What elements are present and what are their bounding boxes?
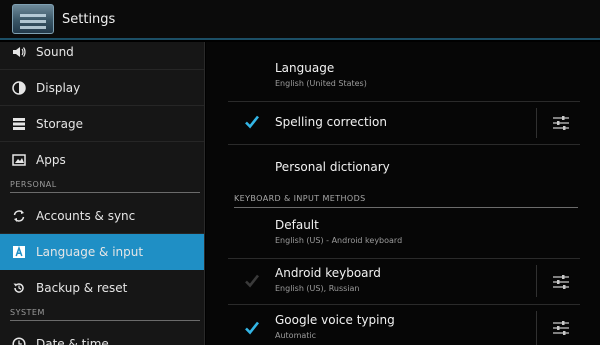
page-title: Settings	[62, 11, 116, 27]
sidebar-item-display[interactable]: Display	[0, 70, 204, 106]
sync-icon	[12, 209, 26, 223]
section-header-system: SYSTEM	[10, 307, 200, 321]
google-voice-typing-setting[interactable]: Google voice typing Automatic	[206, 305, 600, 345]
settings-sliders-icon[interactable]	[552, 274, 570, 290]
personal-dictionary-setting[interactable]: Personal dictionary	[206, 145, 600, 189]
brightness-icon	[12, 80, 26, 95]
sidebar-item-apps[interactable]: Apps	[0, 142, 204, 178]
language-setting[interactable]: Language English (United States)	[206, 56, 600, 100]
settings-app-icon[interactable]	[12, 4, 54, 34]
sidebar-item-label: Apps	[36, 153, 66, 167]
sidebar-item-label: Sound	[36, 44, 74, 59]
sidebar-item-date-time[interactable]: Date & time	[0, 326, 204, 345]
language-icon	[12, 245, 26, 259]
speaker-icon	[12, 45, 26, 59]
storage-icon	[12, 117, 26, 131]
sidebar-item-backup-reset[interactable]: Backup & reset	[0, 270, 204, 306]
separator	[536, 108, 537, 138]
sidebar-item-label: Storage	[36, 116, 83, 131]
google-voice-checkbox[interactable]	[244, 320, 260, 336]
sidebar-item-label: Backup & reset	[36, 281, 128, 295]
action-bar: Settings	[0, 0, 600, 40]
sidebar-item-label: Language & input	[36, 244, 144, 259]
sidebar: Sound Display Storage Apps PERSONAL Acco…	[0, 42, 205, 345]
setting-subtitle: English (US) - Android keyboard	[275, 236, 403, 245]
setting-title: Spelling correction	[275, 115, 387, 129]
setting-title: Default	[275, 218, 319, 232]
sidebar-item-accounts-sync[interactable]: Accounts & sync	[0, 198, 204, 234]
setting-title: Google voice typing	[275, 313, 395, 327]
setting-subtitle: English (United States)	[275, 79, 367, 88]
settings-sliders-icon[interactable]	[552, 115, 570, 131]
backup-icon	[12, 281, 26, 295]
keyboard-methods-header: KEYBOARD & INPUT METHODS	[234, 194, 578, 208]
section-header-personal: PERSONAL	[10, 179, 200, 193]
setting-title: Android keyboard	[275, 266, 381, 280]
sidebar-item-language-input[interactable]: Language & input	[0, 234, 204, 270]
setting-subtitle: English (US), Russian	[275, 284, 360, 293]
sidebar-item-label: Date & time	[36, 337, 109, 345]
setting-subtitle: Automatic	[275, 331, 317, 340]
clock-icon	[12, 337, 26, 345]
settings-sliders-icon[interactable]	[552, 320, 570, 336]
setting-title: Personal dictionary	[275, 160, 390, 174]
sidebar-item-label: Display	[36, 80, 81, 95]
setting-title: Language	[275, 61, 335, 75]
sidebar-item-sound[interactable]: Sound	[0, 42, 204, 70]
android-keyboard-checkbox[interactable]	[244, 273, 260, 289]
sidebar-item-label: Accounts & sync	[36, 208, 136, 223]
spelling-correction-setting[interactable]: Spelling correction	[206, 102, 600, 143]
separator	[536, 311, 537, 345]
apps-icon	[12, 153, 26, 167]
spelling-checkbox[interactable]	[244, 114, 260, 130]
sidebar-item-storage[interactable]: Storage	[0, 106, 204, 142]
android-keyboard-setting[interactable]: Android keyboard English (US), Russian	[206, 259, 600, 303]
settings-content: Language English (United States) Spellin…	[206, 42, 600, 345]
default-keyboard-setting[interactable]: Default English (US) - Android keyboard	[206, 212, 600, 256]
separator	[536, 265, 537, 297]
